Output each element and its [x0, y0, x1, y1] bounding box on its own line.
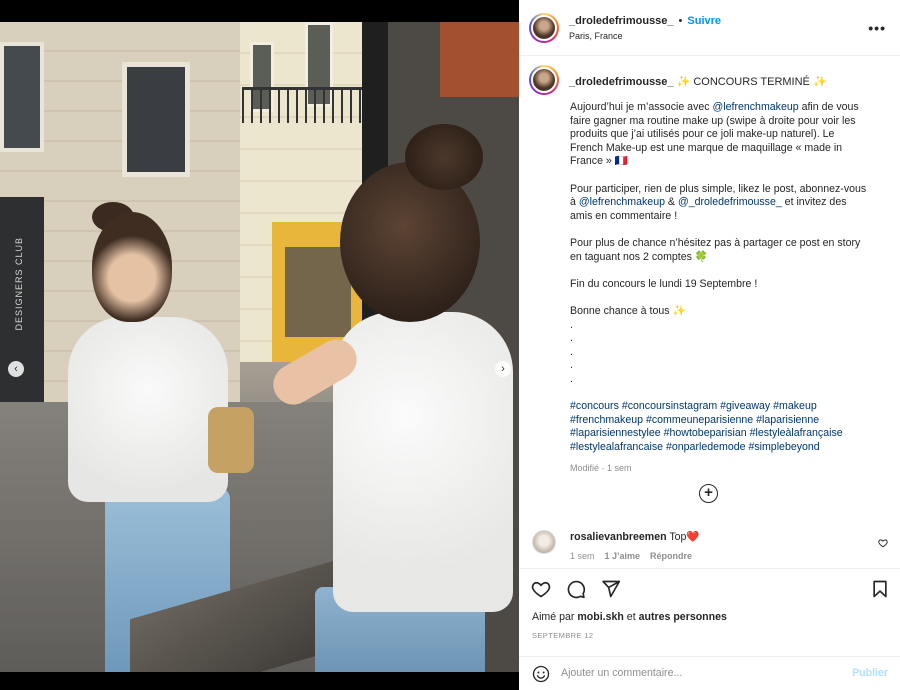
- reflection-blouse: [68, 317, 228, 502]
- add-comment-bar: Publier: [519, 656, 900, 690]
- reflection-head: [92, 212, 172, 322]
- mention-link[interactable]: @lefrenchmakeup: [713, 101, 799, 113]
- emoji-icon[interactable]: [532, 665, 550, 683]
- separator-dot: •: [678, 14, 683, 27]
- avatar[interactable]: [529, 12, 559, 43]
- avatar[interactable]: [529, 65, 559, 95]
- caption-paragraph: Pour participer, rien de plus simple, li…: [570, 182, 867, 222]
- caption-area: _droledefrimousse_ ✨ CONCOURS TERMINÉ ✨ …: [519, 57, 900, 510]
- caption-paragraph: Aujourd’hui je m’associe avec @lefrenchm…: [570, 101, 859, 168]
- add-circle-icon[interactable]: +: [699, 484, 718, 503]
- balcony-railing: [242, 87, 362, 123]
- caption-title: ✨ CONCOURS TERMINÉ ✨: [676, 76, 827, 88]
- comment-like-heart-icon[interactable]: [878, 538, 888, 548]
- more-options-icon[interactable]: •••: [868, 20, 886, 36]
- hashtags[interactable]: #concours #concoursinstagram #giveaway #…: [570, 400, 870, 454]
- comment-input[interactable]: [561, 662, 831, 684]
- comment-text: Top❤️: [669, 531, 700, 543]
- like-heart-icon[interactable]: [531, 579, 551, 599]
- window: [0, 42, 44, 152]
- caption-body: Aujourd’hui je m’associe avec @lefrenchm…: [570, 101, 870, 476]
- carousel-next-button[interactable]: ›: [495, 361, 511, 377]
- mention-link[interactable]: @lefrenchmakeup: [579, 196, 665, 208]
- carousel-prev-button[interactable]: ‹: [8, 361, 24, 377]
- awning: [440, 22, 519, 97]
- reply-button[interactable]: Répondre: [650, 551, 692, 561]
- comment-item: rosalievanbreemen Top❤️ 1 sem 1 J’aime R…: [519, 522, 900, 568]
- caption-paragraph: Pour plus de chance n’hésitez pas à part…: [570, 236, 861, 263]
- shop-sign: DESIGNERS CLUB: [14, 237, 24, 331]
- post-photo[interactable]: DESIGNERS CLUB ‹ ›: [0, 22, 519, 672]
- straw-bag: [208, 407, 254, 473]
- commenter-avatar[interactable]: [532, 530, 556, 554]
- post-header: _droledefrimousse_ • Suivre Paris, Franc…: [519, 0, 900, 56]
- caption-paragraph: Bonne chance à tous ✨ . . . . .: [570, 304, 686, 385]
- liked-by-others-link[interactable]: autres personnes: [639, 611, 727, 623]
- caption-meta: Modifié · 1 sem: [570, 463, 632, 474]
- woman-hair-bun: [405, 124, 483, 190]
- post-date[interactable]: SEPTEMBRE 12: [532, 631, 594, 640]
- woman-blouse: [333, 312, 513, 612]
- comment-icon[interactable]: [566, 579, 586, 599]
- liked-by: Aimé par mobi.skh et autres personnes: [532, 611, 727, 623]
- location-link[interactable]: Paris, France: [569, 31, 721, 41]
- caption-paragraph: Fin du concours le lundi 19 Septembre !: [570, 277, 758, 290]
- bookmark-icon[interactable]: [870, 579, 890, 599]
- username-link[interactable]: _droledefrimousse_: [569, 15, 674, 27]
- publish-button[interactable]: Publier: [852, 667, 888, 679]
- post-actions: Aimé par mobi.skh et autres personnes SE…: [519, 568, 900, 664]
- comment-likes-link[interactable]: 1 J’aime: [605, 551, 641, 561]
- commenter-username[interactable]: rosalievanbreemen: [570, 531, 667, 543]
- comment-time: 1 sem: [570, 551, 595, 561]
- share-send-icon[interactable]: [601, 579, 621, 599]
- post-side-panel: _droledefrimousse_ • Suivre Paris, Franc…: [519, 0, 900, 690]
- caption-username[interactable]: _droledefrimousse_: [569, 76, 674, 88]
- follow-button[interactable]: Suivre: [687, 15, 721, 27]
- mention-link[interactable]: @_droledefrimousse_: [678, 196, 782, 208]
- window: [122, 62, 190, 177]
- liked-by-user-link[interactable]: mobi.skh: [577, 611, 624, 623]
